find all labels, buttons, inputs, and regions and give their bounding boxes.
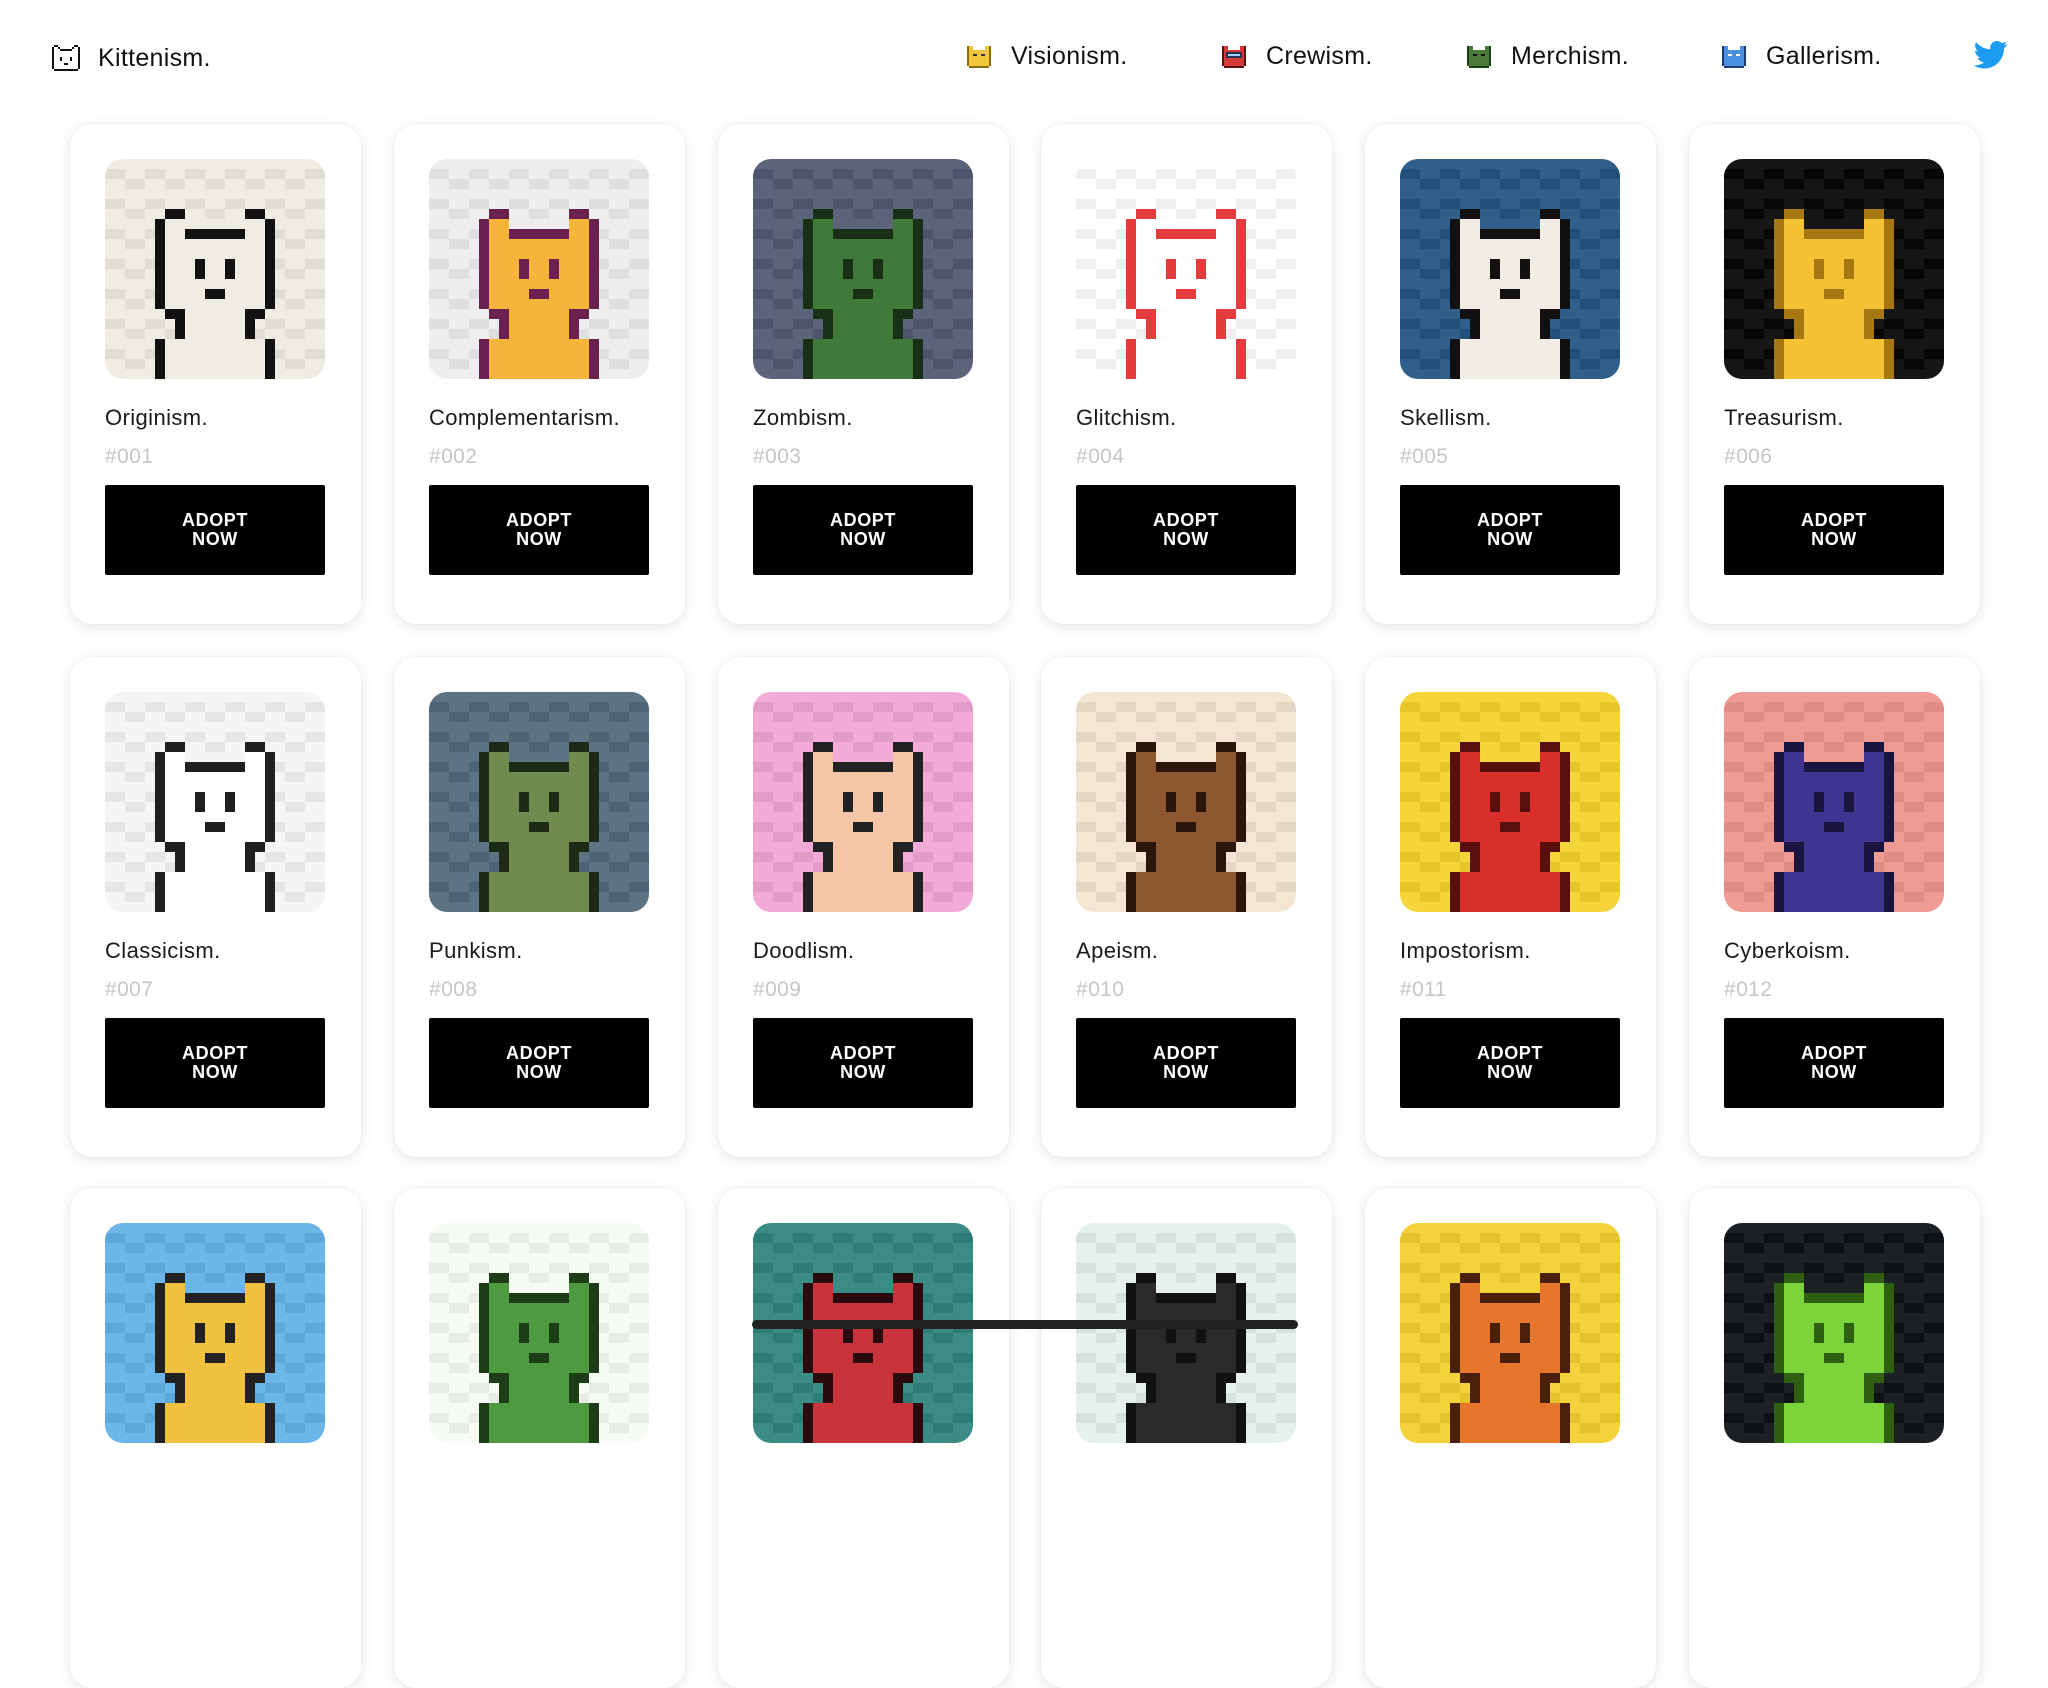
nav-crewism-label: Crewism. [1266, 41, 1373, 70]
kitten-name: Treasurism. [1724, 405, 1844, 430]
kitten-number: #010 [1076, 978, 1125, 1001]
kitten-name: Doodlism. [753, 938, 855, 963]
kitten-name: Zombism. [753, 405, 853, 430]
adopt-now-button[interactable]: ADOPT NOW [105, 1018, 325, 1108]
kitten-card: Zombism. #003 ADOPT NOW [718, 124, 1009, 624]
green-cat-icon [1467, 46, 1491, 68]
kitten-card: Apeism. #010 ADOPT NOW [1041, 657, 1332, 1157]
kitten-number: #005 [1400, 445, 1449, 468]
kitten-card [70, 1188, 361, 1688]
kitten-card [1041, 1188, 1332, 1688]
adopt-now-button[interactable]: ADOPT NOW [753, 1018, 973, 1108]
adopt-now-button[interactable]: ADOPT NOW [1724, 485, 1944, 575]
adopt-now-button[interactable]: ADOPT NOW [429, 485, 649, 575]
kitten-card: Impostorism. #011 ADOPT NOW [1365, 657, 1656, 1157]
adopt-now-button[interactable]: ADOPT NOW [753, 485, 973, 575]
kitten-card: Originism. #001 ADOPT NOW [70, 124, 361, 624]
kitten-avatar-image[interactable] [1724, 159, 1944, 379]
kitten-number: #003 [753, 445, 802, 468]
kitten-number: #011 [1400, 978, 1447, 1001]
adopt-now-button[interactable]: ADOPT NOW [1724, 1018, 1944, 1108]
kitten-number: #009 [753, 978, 802, 1001]
kitten-number: #001 [105, 445, 154, 468]
kitten-card [718, 1188, 1009, 1688]
kitten-number: #004 [1076, 445, 1125, 468]
kitten-number: #002 [429, 445, 478, 468]
kitten-name: Glitchism. [1076, 405, 1177, 430]
kitten-card: Punkism. #008 ADOPT NOW [394, 657, 685, 1157]
nav-gallerism-link[interactable]: Gallerism. [1720, 36, 1882, 76]
kitten-avatar-image[interactable] [1076, 692, 1296, 912]
kitten-name: Cyberkoism. [1724, 938, 1851, 963]
red-cat-icon [1222, 46, 1246, 68]
kitten-avatar-image[interactable] [753, 159, 973, 379]
blue-cat-icon [1722, 46, 1746, 68]
nav-visionism-label: Visionism. [1011, 41, 1128, 70]
kitten-avatar-image[interactable] [1076, 159, 1296, 379]
kitten-avatar-image[interactable] [1400, 692, 1620, 912]
brand-link[interactable]: Kittenism. [50, 38, 211, 78]
cat-outline-icon [52, 45, 80, 71]
kitten-avatar-image[interactable] [1400, 1223, 1620, 1443]
adopt-now-button[interactable]: ADOPT NOW [429, 1018, 649, 1108]
scroll-indicator[interactable] [752, 1320, 1298, 1329]
kitten-name: Classicism. [105, 938, 221, 963]
adopt-now-button[interactable]: ADOPT NOW [1076, 485, 1296, 575]
kitten-avatar-image[interactable] [1076, 1223, 1296, 1443]
kitten-card: Skellism. #005 ADOPT NOW [1365, 124, 1656, 624]
twitter-icon[interactable] [1974, 40, 2008, 70]
kitten-number: #006 [1724, 445, 1773, 468]
yellow-cat-icon [967, 46, 991, 68]
kitten-avatar-image[interactable] [1724, 692, 1944, 912]
nav-gallerism-label: Gallerism. [1766, 41, 1882, 70]
nav-crewism-link[interactable]: Crewism. [1220, 36, 1373, 76]
top-nav-bar: Kittenism. Visionism. Crewism. Merchism.… [0, 0, 2048, 112]
kitten-avatar-image[interactable] [429, 1223, 649, 1443]
kitten-name: Apeism. [1076, 938, 1159, 963]
brand-name: Kittenism. [98, 43, 211, 72]
kitten-avatar-image[interactable] [429, 159, 649, 379]
kitten-card: Cyberkoism. #012 ADOPT NOW [1689, 657, 1980, 1157]
adopt-now-button[interactable]: ADOPT NOW [1400, 1018, 1620, 1108]
kitten-card: Complementarism. #002 ADOPT NOW [394, 124, 685, 624]
adopt-now-button[interactable]: ADOPT NOW [105, 485, 325, 575]
kitten-name: Originism. [105, 405, 209, 430]
nav-visionism-link[interactable]: Visionism. [965, 36, 1127, 76]
nav-merchism-link[interactable]: Merchism. [1465, 36, 1629, 76]
adopt-now-button[interactable]: ADOPT NOW [1400, 485, 1620, 575]
kitten-card [394, 1188, 685, 1688]
kitten-card: Glitchism. #004 ADOPT NOW [1041, 124, 1332, 624]
kitten-name: Punkism. [429, 938, 523, 963]
kitten-number: #007 [105, 978, 154, 1001]
kitten-avatar-image[interactable] [1724, 1223, 1944, 1443]
kitten-avatar-image[interactable] [753, 692, 973, 912]
kitten-avatar-image[interactable] [105, 1223, 325, 1443]
kitten-avatar-image[interactable] [105, 159, 325, 379]
kitten-avatar-image[interactable] [753, 1223, 973, 1443]
kitten-card: Treasurism. #006 ADOPT NOW [1689, 124, 1980, 624]
kitten-card [1689, 1188, 1980, 1688]
nav-merchism-label: Merchism. [1511, 41, 1629, 70]
kitten-name: Skellism. [1400, 405, 1492, 430]
kitten-number: #012 [1724, 978, 1773, 1001]
adopt-now-button[interactable]: ADOPT NOW [1076, 1018, 1296, 1108]
kitten-avatar-image[interactable] [429, 692, 649, 912]
kitten-name: Complementarism. [429, 405, 621, 430]
kitten-card [1365, 1188, 1656, 1688]
kitten-name: Impostorism. [1400, 938, 1531, 963]
kitten-card: Doodlism. #009 ADOPT NOW [718, 657, 1009, 1157]
kitten-avatar-image[interactable] [105, 692, 325, 912]
kitten-card: Classicism. #007 ADOPT NOW [70, 657, 361, 1157]
kitten-number: #008 [429, 978, 478, 1001]
kitten-avatar-image[interactable] [1400, 159, 1620, 379]
